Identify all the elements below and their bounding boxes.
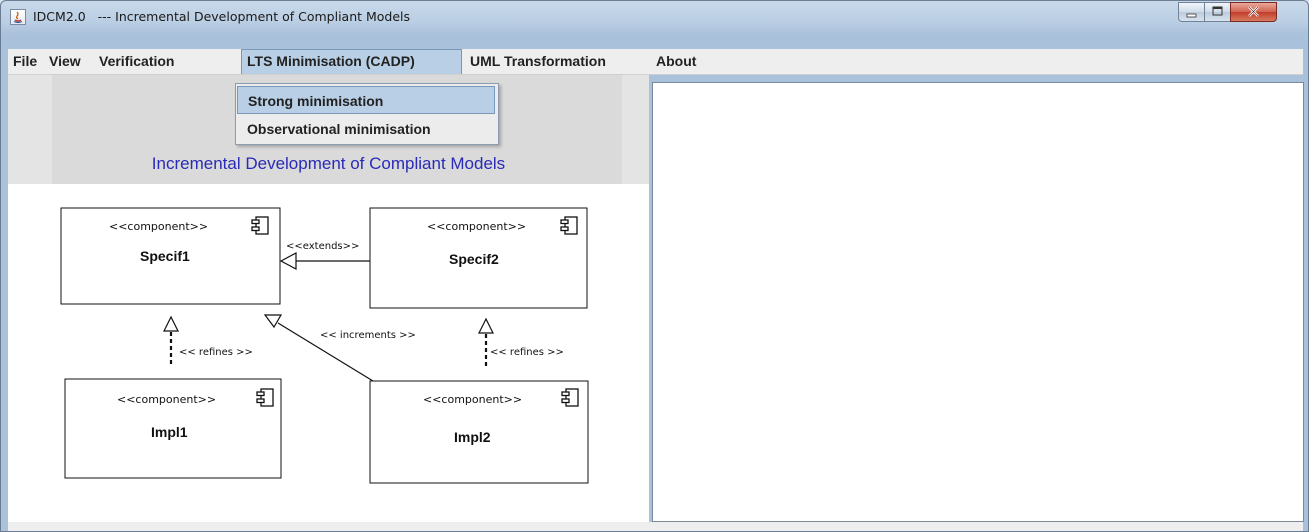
component-impl2[interactable]: <<component>> Impl2 (369, 380, 589, 484)
component-specif1[interactable]: <<component>> Specif1 (60, 207, 281, 305)
component-specif2[interactable]: <<component>> Specif2 (369, 207, 588, 309)
menu-strong-minimisation[interactable]: Strong minimisation (237, 86, 495, 114)
menu-about[interactable]: About (651, 49, 701, 74)
maximize-icon (1212, 6, 1223, 16)
component-name: Impl2 (454, 429, 491, 445)
component-name: Specif1 (140, 248, 190, 264)
relation-label: <<extends>> (286, 241, 359, 252)
diagram-panel: Incremental Development of Compliant Mod… (8, 75, 649, 522)
menu-lts-minimisation[interactable]: LTS Minimisation (CADP) (241, 49, 462, 74)
stereotype-label: <<component>> (117, 393, 216, 406)
java-icon[interactable] (10, 9, 26, 25)
menu-observational-minimisation[interactable]: Observational minimisation (237, 115, 495, 143)
output-panel[interactable] (652, 82, 1304, 522)
stereotype-label: <<component>> (109, 220, 208, 233)
relation-extends[interactable]: <<extends>> (279, 241, 370, 270)
component-name: Specif2 (449, 251, 499, 267)
component-impl1[interactable]: <<component>> Impl1 (64, 378, 282, 479)
relation-refines-impl2[interactable]: << refines >> (478, 317, 564, 368)
close-button[interactable] (1230, 2, 1277, 22)
relation-label: << refines >> (490, 347, 564, 358)
lts-minimisation-dropdown: Strong minimisation Observational minimi… (235, 83, 499, 145)
title-bar[interactable]: IDCM2.0 --- Incremental Development of C… (1, 1, 1308, 35)
menu-bar: File View Verification LTS Minimisation … (8, 49, 1303, 75)
relation-label: << refines >> (179, 347, 253, 358)
banner-title: Incremental Development of Compliant Mod… (151, 154, 506, 173)
application-window: IDCM2.0 --- Incremental Development of C… (0, 0, 1309, 532)
minimize-button[interactable] (1178, 2, 1205, 22)
relation-increments[interactable]: << increments >> (263, 314, 416, 382)
relation-label: << increments >> (320, 330, 416, 341)
close-icon (1248, 6, 1259, 17)
component-diagram: <<component>> Specif1 <<component>> Spec… (60, 207, 589, 484)
stereotype-label: <<component>> (423, 393, 522, 406)
stereotype-label: <<component>> (427, 220, 526, 233)
maximize-button[interactable] (1204, 2, 1231, 22)
window-title: IDCM2.0 --- Incremental Development of C… (33, 9, 411, 24)
menu-verification[interactable]: Verification (94, 49, 179, 74)
status-bar (8, 522, 1303, 531)
menu-uml-transformation[interactable]: UML Transformation (465, 49, 611, 74)
component-name: Impl1 (151, 424, 188, 440)
relation-refines-impl1[interactable]: << refines >> (163, 315, 253, 367)
menu-file[interactable]: File (8, 49, 42, 74)
menu-view[interactable]: View (44, 49, 86, 74)
minimize-icon (1186, 13, 1197, 18)
